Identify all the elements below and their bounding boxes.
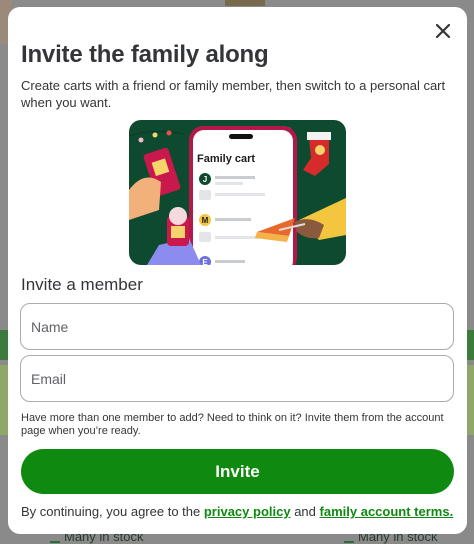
invite-button[interactable]: Invite (21, 449, 454, 494)
invite-dialog: Invite the family along Create carts wit… (8, 7, 467, 534)
hint-text: Have more than one member to add? Need t… (21, 412, 444, 437)
avatar-e: E (202, 258, 208, 265)
add-button[interactable] (466, 330, 474, 360)
card-title: Family cart (197, 153, 255, 165)
privacy-policy-link[interactable]: privacy policy (204, 504, 291, 519)
family-account-terms-link[interactable]: family account terms. (320, 504, 454, 519)
family-cart-illustration: Family cart J M E (129, 120, 346, 265)
product-image (225, 0, 265, 6)
dialog-title: Invite the family along (21, 41, 269, 68)
section-title: Invite a member (21, 275, 143, 294)
close-button[interactable] (433, 21, 453, 41)
close-icon[interactable] (433, 21, 453, 41)
avatar-m: M (202, 216, 209, 225)
dialog-description: Create carts with a friend or family mem… (21, 78, 446, 110)
name-input[interactable] (20, 303, 454, 350)
legal-text: By continuing, you agree to the privacy … (21, 504, 454, 519)
product-image (466, 365, 474, 435)
avatar-j: J (203, 175, 207, 184)
email-input[interactable] (20, 355, 454, 402)
